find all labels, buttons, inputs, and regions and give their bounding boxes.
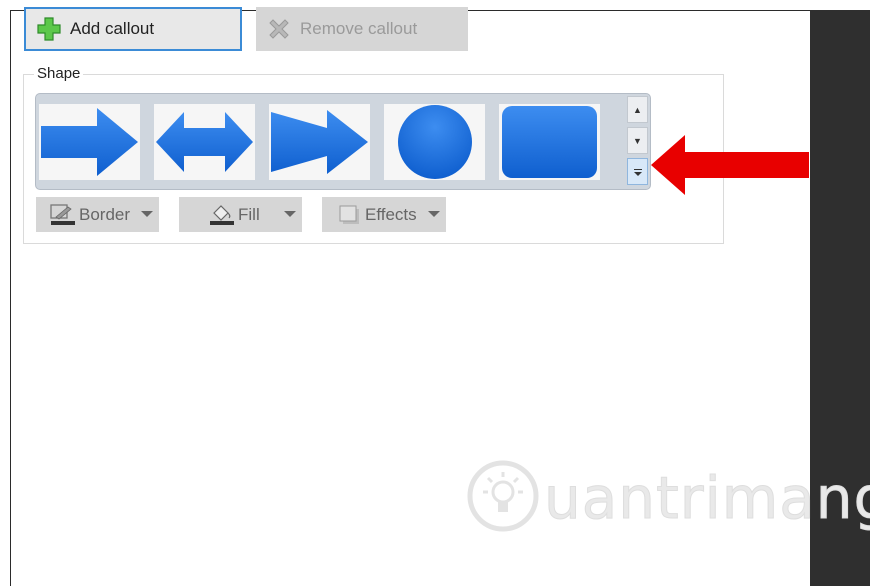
- gallery-scroll-up-button[interactable]: ▲: [627, 96, 648, 123]
- scroll-up-icon: ▲: [633, 104, 642, 115]
- watermark: uantrimang: [466, 458, 870, 538]
- red-pointer-arrow-icon: [651, 135, 809, 195]
- effects-label: Effects: [365, 204, 417, 224]
- shape-tile-circle[interactable]: [384, 104, 485, 180]
- gallery-scroll-down-button[interactable]: ▼: [627, 127, 648, 154]
- shape-group: Shape ▲ ▼ Border Fill Effects: [23, 65, 724, 244]
- effects-dropdown-caret-icon: [428, 211, 440, 217]
- fill-dropdown-caret-icon: [284, 211, 296, 217]
- fill-dropdown-button[interactable]: Fill: [179, 197, 302, 232]
- shape-tile-right-arrow[interactable]: [39, 104, 140, 180]
- shape-gallery: ▲ ▼: [35, 93, 651, 190]
- rounded-rectangle-shape-icon: [502, 106, 597, 178]
- scroll-down-icon: ▼: [633, 135, 642, 146]
- chevron-arrow-shape-icon: [271, 110, 368, 174]
- shape-tile-left-right-arrow[interactable]: [154, 104, 255, 180]
- add-callout-button[interactable]: Add callout: [24, 7, 242, 51]
- expand-gallery-icon: [633, 168, 642, 176]
- shape-group-legend: Shape: [34, 65, 84, 82]
- remove-x-icon: [269, 19, 289, 39]
- shape-tile-rounded-rectangle[interactable]: [499, 104, 600, 180]
- gallery-more-button[interactable]: [627, 158, 648, 185]
- left-right-arrow-shape-icon: [156, 112, 253, 172]
- circle-shape-icon: [398, 105, 472, 179]
- add-plus-icon: [37, 17, 61, 41]
- shape-tile-chevron-arrow[interactable]: [269, 104, 370, 180]
- fill-label: Fill: [238, 204, 260, 224]
- add-callout-label: Add callout: [70, 19, 155, 38]
- border-dropdown-caret-icon: [141, 211, 153, 217]
- remove-callout-button[interactable]: Remove callout: [256, 7, 468, 51]
- effects-icon: [339, 205, 359, 224]
- paint-bucket-icon: [210, 204, 234, 225]
- border-pen-icon: [50, 203, 75, 225]
- watermark-text: uantrimang: [543, 464, 870, 533]
- watermark-lightbulb-icon: [467, 460, 539, 532]
- border-dropdown-button[interactable]: Border: [36, 197, 159, 232]
- remove-callout-label: Remove callout: [300, 19, 418, 38]
- effects-dropdown-button[interactable]: Effects: [322, 197, 446, 232]
- right-arrow-shape-icon: [41, 108, 138, 176]
- border-label: Border: [79, 204, 131, 224]
